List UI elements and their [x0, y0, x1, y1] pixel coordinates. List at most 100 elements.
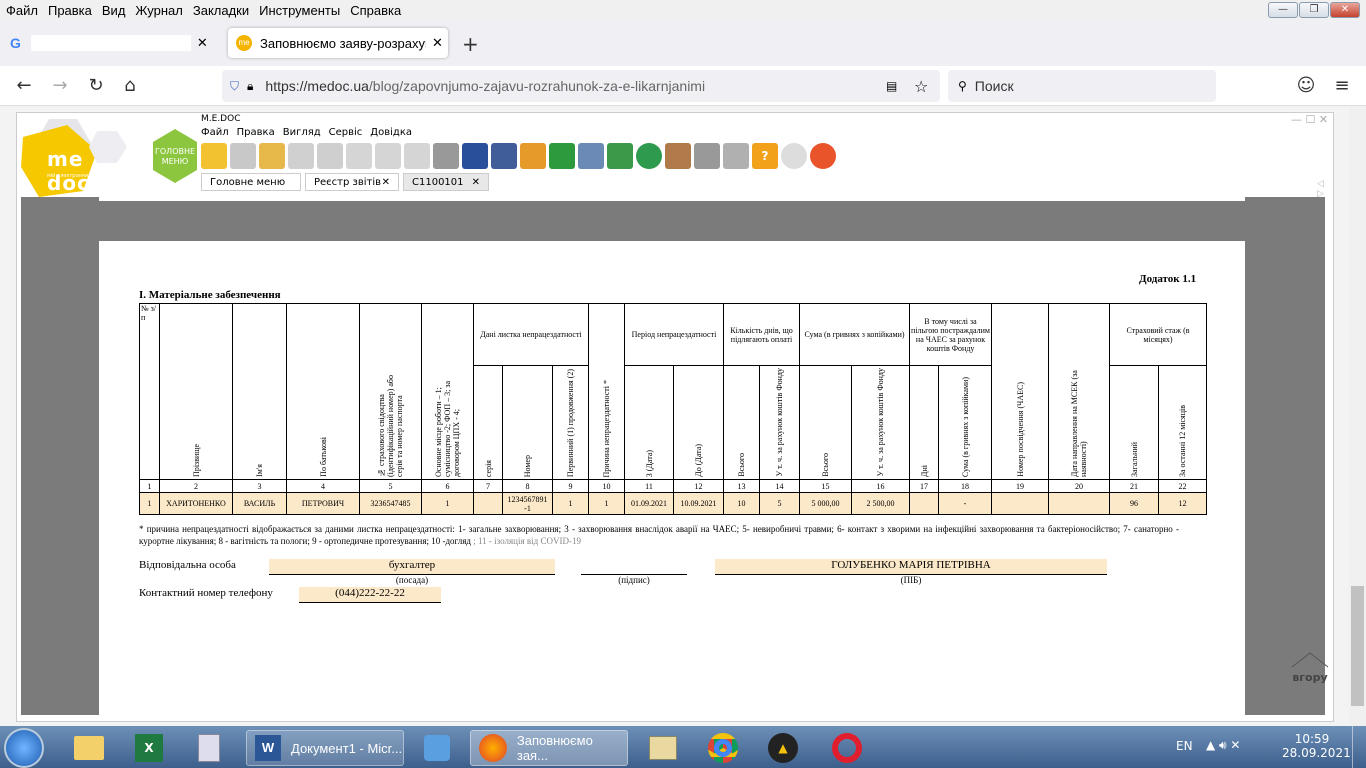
- help-icon[interactable]: ?: [752, 143, 778, 169]
- bookmark-star-icon[interactable]: ☆: [914, 77, 928, 96]
- calculator-icon[interactable]: [180, 730, 238, 766]
- taskbar-word[interactable]: W Документ1 - Micr...: [246, 730, 404, 766]
- medoc-tab-form[interactable]: C1100101 ✕: [403, 173, 489, 191]
- table-cell[interactable]: 5 000,00: [799, 492, 852, 515]
- table-cell[interactable]: ХАРИТОНЕНКО: [159, 492, 233, 515]
- new-folder-icon[interactable]: [201, 143, 227, 169]
- check-icon[interactable]: [607, 143, 633, 169]
- medoc-tab-main[interactable]: Головне меню: [201, 173, 301, 191]
- table-cell[interactable]: 1234567891 -1: [502, 492, 553, 515]
- table-cell[interactable]: [1048, 492, 1110, 515]
- tabs-scroll-icons[interactable]: ◁ ▷: [1317, 179, 1333, 199]
- excel-icon[interactable]: X: [120, 730, 178, 766]
- new-tab-button[interactable]: +: [462, 32, 479, 56]
- document-icon[interactable]: [317, 143, 343, 169]
- medoc-menu-help[interactable]: Довідка: [370, 127, 412, 138]
- edit-app-icon[interactable]: [408, 730, 466, 766]
- pib-field[interactable]: ГОЛУБЕНКО МАРІЯ ПЕТРІВНА: [715, 559, 1107, 575]
- tray-icons[interactable]: ▲ 🔊︎ ✕: [1206, 738, 1240, 753]
- table-cell[interactable]: [909, 492, 939, 515]
- copy-icon[interactable]: [288, 143, 314, 169]
- medoc-menu-view[interactable]: Вигляд: [283, 127, 321, 138]
- chat-icon[interactable]: [781, 143, 807, 169]
- cube-icon[interactable]: [665, 143, 691, 169]
- delete-folder-icon[interactable]: [259, 143, 285, 169]
- sign-icon[interactable]: [549, 143, 575, 169]
- forward-icon[interactable]: →: [48, 74, 72, 98]
- table-cell[interactable]: 3236547485: [359, 492, 422, 515]
- print-icon[interactable]: [491, 143, 517, 169]
- reload-icon[interactable]: ↻: [84, 74, 108, 98]
- main-menu-icon[interactable]: ГОЛОВНЕ МЕНЮ: [151, 127, 199, 185]
- medoc-window-controls[interactable]: — ☐ ✕: [1291, 113, 1328, 126]
- close-window-button[interactable]: ✕: [1330, 2, 1360, 18]
- table-cell[interactable]: [991, 492, 1049, 515]
- url-bar[interactable]: ⛉ 🔒︎ https://medoc.ua /blog/zapovnjumo-z…: [222, 70, 940, 102]
- refresh-icon[interactable]: [636, 143, 662, 169]
- open-icon[interactable]: [230, 143, 256, 169]
- edit-document-icon[interactable]: [375, 143, 401, 169]
- back-icon[interactable]: ←: [12, 74, 36, 98]
- menu-edit[interactable]: Правка: [48, 3, 92, 18]
- settings-icon[interactable]: [433, 143, 459, 169]
- scroll-to-top-button[interactable]: вгору: [1290, 652, 1330, 684]
- menu-view[interactable]: Вид: [102, 3, 126, 18]
- search-bar[interactable]: ⚲ Поиск: [948, 70, 1216, 102]
- table-cell[interactable]: 12: [1158, 492, 1207, 515]
- table-cell[interactable]: 1: [421, 492, 474, 515]
- minimize-button[interactable]: —: [1268, 2, 1298, 18]
- page-scrollbar[interactable]: [1349, 106, 1366, 726]
- clock[interactable]: 10:59 28.09.2021: [1282, 732, 1351, 760]
- message-icon[interactable]: [810, 143, 836, 169]
- menu-tools[interactable]: Инструменты: [259, 3, 340, 18]
- phone-field[interactable]: (044)222-22-22: [299, 587, 441, 603]
- medoc-menu-file[interactable]: Файл: [201, 127, 229, 138]
- table-cell[interactable]: [473, 492, 503, 515]
- table-cell[interactable]: 2 500,00: [851, 492, 910, 515]
- reader-icon[interactable]: ▤: [886, 79, 897, 93]
- medoc-menu-service[interactable]: Сервіс: [329, 127, 363, 138]
- start-button[interactable]: [4, 728, 44, 768]
- table-cell[interactable]: 5: [759, 492, 800, 515]
- table-cell[interactable]: 1: [588, 492, 625, 515]
- remove-document-icon[interactable]: [404, 143, 430, 169]
- tab-active[interactable]: me Заповнюємо заяву-розрахунок ✕: [228, 28, 448, 58]
- tab-google[interactable]: G ✕: [0, 28, 220, 58]
- maximize-button[interactable]: ❐: [1299, 2, 1329, 18]
- menu-help[interactable]: Справка: [350, 3, 401, 18]
- position-field[interactable]: бухгалтер: [269, 559, 555, 575]
- explorer-icon[interactable]: [60, 730, 118, 766]
- table-cell[interactable]: 10: [723, 492, 760, 515]
- medoc-menu-edit[interactable]: Правка: [237, 127, 275, 138]
- archive-icon[interactable]: [694, 143, 720, 169]
- shield-check-icon[interactable]: [723, 143, 749, 169]
- screen-app-icon[interactable]: [634, 730, 692, 766]
- menu-history[interactable]: Журнал: [135, 3, 182, 18]
- table-cell[interactable]: 10.09.2021: [673, 492, 724, 515]
- archicad-icon[interactable]: ▲: [754, 730, 812, 766]
- table-cell[interactable]: -: [938, 492, 992, 515]
- tab-close-icon[interactable]: ✕: [432, 35, 443, 51]
- tab-close-icon[interactable]: ✕: [382, 177, 390, 188]
- medoc-tab-registry[interactable]: Реєстр звітів ✕: [305, 173, 399, 191]
- scrollbar-thumb[interactable]: [1351, 586, 1364, 706]
- table-cell[interactable]: ПЕТРОВИЧ: [286, 492, 360, 515]
- menu-file[interactable]: Файл: [6, 3, 38, 18]
- table-cell[interactable]: 01.09.2021: [624, 492, 674, 515]
- add-document-icon[interactable]: [346, 143, 372, 169]
- table-cell[interactable]: 1: [552, 492, 589, 515]
- tab-close-icon[interactable]: ✕: [197, 35, 208, 51]
- taskbar-firefox[interactable]: Заповнюємо зая...: [470, 730, 628, 766]
- table-cell[interactable]: ВАСИЛЬ: [232, 492, 287, 515]
- table-cell[interactable]: 1: [139, 492, 160, 515]
- tab-close-icon[interactable]: ✕: [472, 177, 480, 188]
- menu-bookmarks[interactable]: Закладки: [193, 3, 249, 18]
- language-indicator[interactable]: EN: [1176, 739, 1193, 753]
- send-icon[interactable]: [520, 143, 546, 169]
- show-desktop-button[interactable]: [1352, 726, 1366, 768]
- table-cell[interactable]: 96: [1109, 492, 1159, 515]
- opera-icon[interactable]: [818, 730, 876, 766]
- chrome-icon[interactable]: [694, 730, 752, 766]
- account-icon[interactable]: ☺: [1294, 74, 1318, 98]
- home-icon[interactable]: ⌂: [118, 74, 142, 98]
